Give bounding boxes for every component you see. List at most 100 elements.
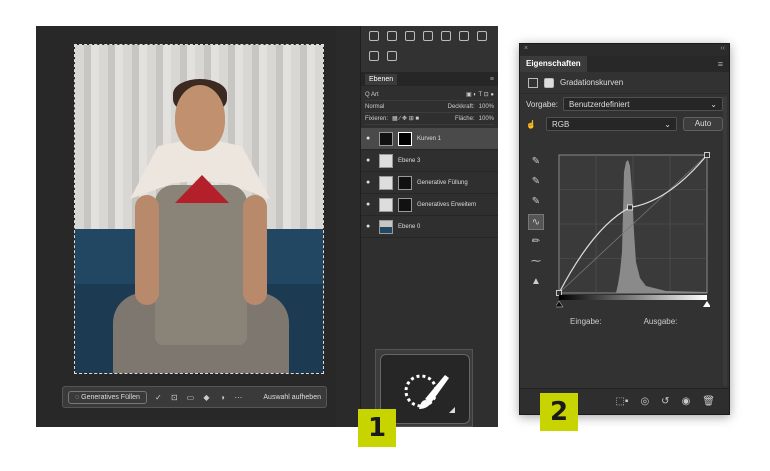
auto-button[interactable]: Auto (683, 117, 723, 131)
panel-menu-icon[interactable]: ≡ (490, 76, 494, 83)
eye-icon[interactable]: ● (366, 179, 374, 186)
layer-row-curves[interactable]: ● Kurven 1 (361, 128, 498, 150)
layer-row-ebene3[interactable]: ● Ebene 3 (361, 150, 498, 172)
eyedropper-gray-icon[interactable]: ✎ (528, 174, 544, 190)
input-label: Eingabe: (570, 317, 602, 326)
curve-points-icon[interactable]: ∿ (528, 214, 544, 230)
preset-dropdown[interactable]: Benutzerdefiniert ⌄ (563, 97, 723, 111)
eye-icon[interactable]: ● (366, 223, 374, 230)
clipping-warning-icon[interactable]: ▲ (528, 274, 544, 290)
levels-adjust-icon[interactable] (387, 31, 397, 41)
curves-tool-column: ✎ ✎ ✎ ∿ ✏ ⁓ ▲ (528, 154, 546, 294)
layer-row-generative-fill[interactable]: ● Generative Füllung (361, 172, 498, 194)
layer-filter-dropdown[interactable]: Q Art (365, 92, 379, 98)
channel-dropdown[interactable]: RGB ⌄ (546, 117, 677, 131)
curve-control-point-2[interactable] (704, 152, 710, 158)
sparkle-icon: ◌ (75, 393, 80, 401)
curves-adjustment-icon[interactable] (528, 77, 538, 88)
layers-tabbar: Ebenen ≡ (361, 72, 498, 86)
hue-adjust-icon[interactable] (459, 31, 469, 41)
person-head (175, 85, 225, 151)
mask-icon[interactable] (544, 77, 554, 88)
adjustment-header: Gradationskurven (520, 72, 729, 94)
curve-control-point-1[interactable] (627, 204, 633, 211)
close-icon[interactable]: × (524, 45, 528, 55)
black-point-slider[interactable] (556, 300, 564, 308)
filter-icons[interactable]: ▣ ◐ T ⊡ ● (466, 91, 494, 98)
lock-icons[interactable]: ▦ ∕ ✥ ⊞ ■ (392, 115, 419, 122)
panel-menu-icon[interactable]: ≡ (718, 59, 723, 69)
eye-icon[interactable]: ● (366, 201, 374, 208)
reset-icon[interactable]: ↺ (661, 396, 669, 407)
blend-mode-dropdown[interactable]: Normal (365, 104, 384, 110)
properties-panel: × ‹‹ Eigenschaften ≡ Gradationskurven Vo… (519, 43, 730, 415)
tab-properties[interactable]: Eigenschaften (520, 56, 587, 72)
input-output-labels: Eingabe: Ausgabe: (570, 317, 677, 326)
view-previous-icon[interactable]: ◎ (640, 396, 649, 407)
collapse-icon[interactable]: ‹‹ (720, 45, 725, 55)
fill-icon[interactable]: ◆ (202, 393, 211, 402)
layer-mask-thumbnail (398, 175, 412, 190)
exposure-adjust-icon[interactable] (423, 31, 433, 41)
transform-icon[interactable]: ⊡ (170, 393, 179, 402)
vibrance-adjust-icon[interactable] (441, 31, 451, 41)
fill-field[interactable]: 100% (479, 116, 494, 122)
person-vest (155, 185, 247, 345)
channel-row: ☝ RGB ⌄ Auto (520, 114, 729, 134)
channel-mixer-icon[interactable] (387, 51, 397, 61)
smooth-icon[interactable]: ⁓ (528, 254, 544, 270)
lock-label: Fixieren: (365, 115, 389, 122)
preset-value: Benutzerdefiniert (569, 99, 630, 109)
generative-fill-label: Generatives Füllen (81, 393, 140, 401)
trash-icon[interactable]: 🗑 (702, 396, 715, 407)
pencil-icon[interactable]: ✏ (528, 234, 544, 250)
layer-row-generative-expand[interactable]: ● Generatives Erweitern (361, 194, 498, 216)
quick-selection-brush-icon (404, 374, 455, 413)
output-label: Ausgabe: (643, 317, 678, 326)
canvas-image-selection[interactable] (74, 44, 324, 374)
layer-row-ebene0[interactable]: ● Ebene 0 (361, 216, 498, 238)
layer-name: Generatives Erweitern (417, 201, 477, 208)
hand-target-icon[interactable]: ☝ (526, 120, 540, 129)
eyedropper-black-icon[interactable]: ✎ (528, 154, 544, 170)
layer-thumbnail (379, 219, 393, 234)
layer-mask-thumbnail (398, 131, 412, 146)
document-canvas[interactable]: ◌ Generatives Füllen ✓ ⊡ ▭ ◆ ◑ ⋯ Auswahl… (36, 26, 336, 427)
opacity-field[interactable]: 100% (479, 104, 494, 110)
preset-row: Vorgabe: Benutzerdefiniert ⌄ (520, 94, 729, 114)
color-balance-icon[interactable] (477, 31, 487, 41)
rectangle-icon[interactable]: ▭ (186, 393, 195, 402)
photo-filter-icon[interactable] (369, 51, 379, 61)
channel-value: RGB (552, 119, 570, 129)
panel-tabbar: Eigenschaften ≡ (520, 56, 729, 72)
brightness-adjust-icon[interactable] (405, 31, 415, 41)
opacity-label: Deckkraft: (447, 103, 475, 110)
brush-icon[interactable]: ✓ (154, 393, 163, 402)
fill-label: Fläche: (454, 115, 475, 122)
visibility-eye-icon[interactable]: ◉ (682, 396, 691, 407)
adjustment-title: Gradationskurven (560, 78, 624, 87)
tab-layers[interactable]: Ebenen (365, 73, 398, 85)
eye-icon[interactable]: ● (366, 135, 374, 142)
contextual-task-bar: ◌ Generatives Füllen ✓ ⊡ ▭ ◆ ◑ ⋯ Auswahl… (62, 386, 327, 408)
step-badge-1: 1 (358, 409, 396, 447)
layer-controls: Q Art ▣ ◐ T ⊡ ● Normal Deckkraft: 100% F… (361, 86, 498, 128)
more-icon[interactable]: ⋯ (234, 393, 243, 402)
eyedropper-white-icon[interactable]: ✎ (528, 194, 544, 210)
generative-fill-button[interactable]: ◌ Generatives Füllen (68, 390, 147, 404)
mask-icon[interactable]: ◑ (218, 393, 227, 402)
layer-name: Ebene 0 (398, 223, 421, 230)
curves-adjust-icon[interactable] (369, 31, 379, 41)
curve-control-point-0[interactable] (556, 290, 562, 296)
panel-titlebar: × ‹‹ (520, 44, 729, 56)
input-gradient-bar (559, 295, 707, 300)
panel-scrollbar[interactable] (723, 96, 727, 386)
deselect-button[interactable]: Auswahl aufheben (263, 394, 321, 401)
layer-mask-thumbnail (398, 197, 412, 212)
white-point-slider[interactable] (703, 301, 710, 307)
layer-thumbnail (379, 175, 393, 190)
layer-name: Generative Füllung (417, 179, 468, 186)
eye-icon[interactable]: ● (366, 157, 374, 164)
curves-graph[interactable] (556, 152, 710, 308)
clip-to-layer-icon[interactable]: ⬚▪ (615, 396, 628, 407)
